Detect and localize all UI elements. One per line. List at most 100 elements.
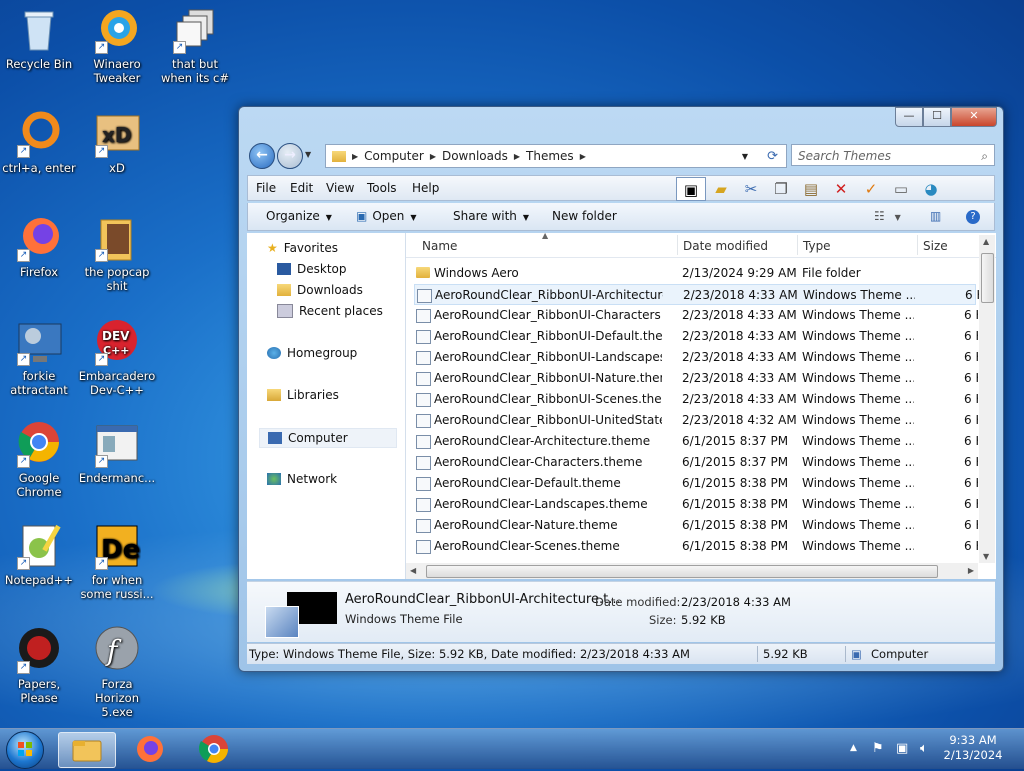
desktop-icon-ctrl-a-enter[interactable]: ↗ ctrl+a, enter (0, 110, 78, 175)
nav-desktop[interactable]: Desktop (277, 262, 347, 276)
column-divider[interactable] (917, 235, 918, 255)
column-size[interactable]: Size (923, 239, 948, 253)
desktop-icon-google-chrome[interactable]: ↗ Google Chrome (0, 420, 78, 499)
desktop-icon-notepad-pp[interactable]: ↗ Notepad++ (0, 522, 78, 587)
help-icon[interactable]: ? (966, 210, 980, 224)
search-input[interactable]: Search Themes ⌕ (791, 144, 995, 166)
taskbar-firefox[interactable] (122, 732, 178, 766)
file-row[interactable]: AeroRoundClear_RibbonUI-Nature.theme 2/23… (414, 368, 978, 389)
desktop-icon-recycle-bin[interactable]: Recycle Bin (0, 6, 78, 71)
menu-tools[interactable]: Tools (367, 181, 397, 195)
recent-pages-chevron-icon[interactable]: ▼ (305, 150, 311, 159)
desktop-icon-forza-horizon-5[interactable]: f Forza Horizon 5.exe (78, 626, 156, 719)
checkmark-icon[interactable]: ✓ (856, 177, 886, 201)
menu-edit[interactable]: Edit (290, 181, 313, 195)
view-options-icon[interactable]: ☷ ▼ (874, 209, 901, 223)
desktop-icon-endermanc[interactable]: ↗ Endermanc... (78, 420, 156, 485)
delete-icon[interactable]: ✕ (826, 177, 856, 201)
vertical-scrollbar[interactable]: ▲ ▼ (979, 235, 995, 563)
nav-recent-places[interactable]: Recent places (277, 304, 383, 318)
maximize-button[interactable]: ☐ (923, 107, 951, 127)
folder-check-icon[interactable]: ▰ (706, 177, 736, 201)
share-with-button[interactable]: Share with ▼ (453, 209, 529, 223)
address-bar[interactable]: ▶ Computer ▶ Downloads ▶ Themes ▶ ▼ ⟳ (325, 144, 787, 168)
column-type[interactable]: Type (803, 239, 831, 253)
preview-pane-toggle-icon[interactable]: ▥ (930, 209, 941, 223)
file-size: 6 K (964, 455, 978, 469)
network-tray-icon[interactable]: ▣ (896, 741, 908, 756)
scroll-left-icon[interactable]: ◀ (410, 566, 416, 575)
file-row[interactable]: AeroRoundClear-Scenes.theme 6/1/2015 8:38… (414, 536, 978, 557)
preview-pane-icon[interactable]: ▣ (676, 177, 706, 201)
vertical-scroll-thumb[interactable] (981, 253, 994, 303)
nav-network[interactable]: Network (267, 472, 337, 486)
file-row[interactable]: AeroRoundClear_RibbonUI-Scenes.theme 2/23… (414, 389, 978, 410)
file-date: 2/23/2018 4:33 AM (682, 329, 797, 343)
show-hidden-icons-icon[interactable]: ▲ (850, 743, 857, 753)
file-row[interactable]: AeroRoundClear-Nature.theme 6/1/2015 8:38… (414, 515, 978, 536)
taskbar-chrome[interactable] (186, 732, 242, 766)
file-row[interactable]: AeroRoundClear_RibbonUI-Characters.th...… (414, 305, 978, 326)
file-row[interactable]: AeroRoundClear_RibbonUI-Architecture....… (414, 284, 979, 305)
svg-text:xD: xD (102, 123, 132, 147)
close-button[interactable]: ✕ (951, 107, 997, 127)
file-row[interactable]: AeroRoundClear-Default.theme 6/1/2015 8:3… (414, 473, 978, 494)
desktop-icon-the-popcap-shit[interactable]: ↗ the popcap shit (78, 214, 156, 293)
nav-favorites[interactable]: ★ Favorites (267, 241, 338, 255)
start-button[interactable] (6, 731, 44, 769)
copy-icon[interactable]: ❐ (766, 177, 796, 201)
clock[interactable]: 9:33 AM 2/13/2024 (938, 733, 1008, 763)
desktop-icon-for-when-some-russi[interactable]: De ↗ for when some russi... (78, 522, 156, 601)
desktop-icon-papers-please[interactable]: ↗ Papers, Please (0, 626, 78, 705)
file-row[interactable]: AeroRoundClear-Architecture.theme 6/1/201… (414, 431, 978, 452)
cut-icon[interactable]: ✂ (736, 177, 766, 201)
column-divider[interactable] (677, 235, 678, 255)
menu-view[interactable]: View (326, 181, 354, 195)
nav-downloads[interactable]: Downloads (277, 283, 363, 297)
search-icon[interactable]: ⌕ (981, 145, 988, 167)
horizontal-scroll-thumb[interactable] (426, 565, 938, 578)
menu-help[interactable]: Help (412, 181, 439, 195)
forward-button[interactable]: → (277, 143, 303, 169)
open-button[interactable]: ▣ Open ▼ (356, 209, 417, 223)
properties-icon[interactable]: ▭ (886, 177, 916, 201)
desktop-icon-forkie-attractant[interactable]: ↗ forkie attractant (0, 318, 78, 397)
scroll-right-icon[interactable]: ▶ (968, 566, 974, 575)
file-row[interactable]: AeroRoundClear_RibbonUI-Default.theme 2/2… (414, 326, 978, 347)
column-name[interactable]: Name (422, 239, 457, 253)
file-row[interactable]: AeroRoundClear_RibbonUI-Landscapes.t... 2… (414, 347, 978, 368)
paste-icon[interactable]: ▤ (796, 177, 826, 201)
breadcrumb-separator-icon[interactable]: ▶ (580, 152, 586, 161)
horizontal-scrollbar[interactable]: ◀ ▶ (406, 563, 978, 579)
nav-homegroup[interactable]: Homegroup (267, 346, 357, 360)
desktop-icon-firefox[interactable]: ↗ Firefox (0, 214, 78, 279)
address-dropdown-icon[interactable]: ▼ (742, 152, 748, 161)
new-folder-button[interactable]: New folder (552, 209, 617, 223)
breadcrumb-downloads[interactable]: Downloads (436, 149, 514, 163)
nav-libraries[interactable]: Libraries (267, 388, 339, 402)
action-center-flag-icon[interactable]: ⚑ (872, 741, 884, 756)
desktop-icon-winaero-tweaker[interactable]: ↗ Winaero Tweaker (78, 6, 156, 85)
menu-file[interactable]: File (256, 181, 276, 195)
desktop-icon-embarcadero-dev-cpp[interactable]: DEV C++ ↗ Embarcadero Dev-C++ (78, 318, 156, 397)
minimize-button[interactable]: — (895, 107, 923, 127)
scroll-down-icon[interactable]: ▼ (983, 552, 989, 561)
nav-computer[interactable]: Computer (259, 428, 397, 448)
desktop-icon-xd[interactable]: xD ↗ xD (78, 110, 156, 175)
file-row[interactable]: AeroRoundClear-Characters.theme 6/1/2015 … (414, 452, 978, 473)
organize-button[interactable]: Organize ▼ (266, 209, 332, 223)
volume-muted-icon[interactable]: 🔈︎ (920, 741, 928, 756)
file-row[interactable]: Windows Aero 2/13/2024 9:29 AM File folder (414, 263, 976, 284)
globe-icon[interactable]: ◕ (916, 177, 946, 201)
scroll-up-icon[interactable]: ▲ (983, 237, 989, 246)
file-row[interactable]: AeroRoundClear_RibbonUI-UnitedStates....… (414, 410, 978, 431)
taskbar-explorer[interactable] (58, 732, 116, 768)
file-row[interactable]: AeroRoundClear-Landscapes.theme 6/1/2015 … (414, 494, 978, 515)
breadcrumb-computer[interactable]: Computer (358, 149, 430, 163)
column-date-modified[interactable]: Date modified (683, 239, 768, 253)
back-button[interactable]: ← (249, 143, 275, 169)
breadcrumb-themes[interactable]: Themes (520, 149, 580, 163)
refresh-icon[interactable]: ⟳ (767, 149, 778, 164)
column-divider[interactable] (797, 235, 798, 255)
desktop-icon-that-but-when-its-c[interactable]: ↗ that but when its c# (156, 6, 234, 85)
